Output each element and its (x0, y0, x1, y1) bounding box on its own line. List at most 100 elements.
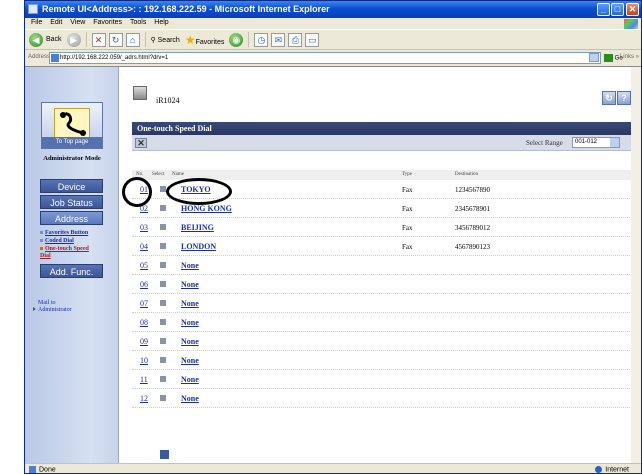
nav-device[interactable]: Device (40, 179, 103, 193)
row-select-checkbox[interactable] (160, 224, 166, 230)
submenu-coded-dial[interactable]: Coded Dial (40, 238, 74, 245)
table-row: 06 None (132, 275, 632, 294)
table-row: 10 None (132, 351, 632, 370)
row-select-checkbox[interactable] (160, 319, 166, 325)
row-number-link[interactable]: 08 (140, 318, 148, 327)
row-select-checkbox[interactable] (160, 338, 166, 344)
row-destination: 4567890123 (455, 243, 490, 251)
printer-icon (133, 86, 147, 100)
back-arrow-icon[interactable]: ◀ (29, 32, 43, 47)
scrollbar[interactable] (631, 67, 641, 463)
row-name-link[interactable]: BEIJING (181, 223, 214, 232)
menu-edit[interactable]: Edit (50, 19, 62, 26)
back-button-label[interactable]: Back (46, 36, 62, 43)
nav-job-status[interactable]: Job Status (40, 195, 103, 209)
row-number-link[interactable]: 05 (140, 261, 148, 270)
row-number-link[interactable]: 06 (140, 280, 148, 289)
row-name-link[interactable]: None (181, 261, 199, 270)
table-row: 11 None (132, 370, 632, 389)
stop-icon[interactable]: ✕ (91, 32, 106, 47)
row-select-checkbox[interactable] (160, 262, 166, 268)
row-select-checkbox[interactable] (160, 300, 166, 306)
row-select-checkbox[interactable] (160, 376, 166, 382)
row-name-link[interactable]: None (181, 299, 199, 308)
row-name-link[interactable]: None (181, 318, 199, 327)
row-name-link[interactable]: HONG KONG (181, 204, 232, 213)
menu-view[interactable]: View (70, 19, 85, 26)
minimize-button[interactable]: _ (597, 3, 610, 16)
mail-to-admin-link[interactable]: Mail to Administrator (33, 300, 78, 314)
section-toolbar: ✕ Select Range 001-012 (132, 135, 632, 151)
menu-tools[interactable]: Tools (130, 19, 146, 26)
address-dropdown-button[interactable] (589, 53, 599, 62)
mail-icon[interactable]: ✉ (271, 32, 286, 47)
bullet-icon (40, 231, 43, 235)
search-button[interactable]: ⚲ Search (151, 36, 180, 44)
nav-add-func[interactable]: Add. Func. (40, 264, 103, 278)
col-select: Select (152, 172, 165, 177)
maximize-button[interactable]: □ (611, 3, 624, 16)
table-row: 07 None (132, 294, 632, 313)
row-name-link[interactable]: None (181, 356, 199, 365)
row-number-link[interactable]: 11 (140, 375, 148, 384)
refresh-icon[interactable]: ↻ (108, 32, 123, 47)
submenu-favorites-button[interactable]: Favorites Button (40, 230, 88, 237)
row-select-checkbox[interactable] (160, 357, 166, 363)
row-select-checkbox[interactable] (160, 205, 166, 211)
row-name-link[interactable]: None (181, 337, 199, 346)
row-destination: 2345678901 (455, 205, 490, 213)
media-icon[interactable]: ◉ (229, 32, 244, 47)
page-icon (160, 450, 169, 459)
edit-icon[interactable]: ▭ (305, 32, 320, 47)
row-name-link[interactable]: None (181, 280, 199, 289)
page-viewport: To Top page Administrator Mode Device Jo… (25, 66, 641, 463)
help-icon[interactable]: ? (617, 91, 631, 105)
row-select-checkbox[interactable] (160, 281, 166, 287)
menu-file[interactable]: File (31, 19, 42, 26)
home-icon[interactable]: ⌂ (125, 32, 140, 47)
select-range-dropdown[interactable]: 001-012 (572, 137, 620, 148)
row-number-link[interactable]: 09 (140, 337, 148, 346)
print-icon[interactable]: ⎙ (288, 32, 303, 47)
device-name: iR1024 (156, 96, 180, 105)
row-number-link[interactable]: 12 (140, 394, 148, 403)
favorites-button[interactable]: ★Favorites (185, 33, 225, 47)
refresh-icon[interactable]: ↻ (602, 91, 616, 105)
submenu-one-touch-speed-dial[interactable]: One-touch Speed Dial (40, 246, 100, 260)
status-bar: Done Internet (25, 463, 641, 474)
forward-arrow-icon[interactable]: ▶ (66, 32, 81, 47)
history-icon[interactable]: ◷ (254, 32, 269, 47)
row-type: Fax (402, 224, 413, 232)
menu-help[interactable]: Help (154, 19, 168, 26)
address-input[interactable]: http://192.168.222.059/_adrs.html?drv=1 (49, 52, 601, 64)
highlight-ring (122, 177, 152, 207)
status-text: Done (29, 466, 56, 473)
menu-favorites[interactable]: Favorites (93, 19, 122, 26)
row-number-link[interactable]: 07 (140, 299, 148, 308)
links-button[interactable]: Links » (620, 54, 639, 60)
table-row: 08 None (132, 313, 632, 332)
row-name-link[interactable]: None (181, 394, 199, 403)
row-number-link[interactable]: 04 (140, 242, 148, 251)
star-icon: ★ (184, 32, 196, 47)
zone-label: Internet (605, 466, 629, 474)
top-page-link[interactable]: To Top page (41, 102, 103, 149)
row-select-checkbox[interactable] (160, 243, 166, 249)
toolbar: ◀ Back ▶ ✕ ↻ ⌂ ⚲ Search ★Favorites ◉ ◷ ✉… (25, 29, 641, 50)
search-button-label: Search (157, 36, 180, 44)
close-button[interactable]: ✕ (626, 3, 639, 16)
nav-address[interactable]: Address (40, 211, 103, 225)
row-select-checkbox[interactable] (160, 395, 166, 401)
address-bar: Address http://192.168.222.059/_adrs.htm… (25, 51, 641, 66)
row-name-link[interactable]: LONDON (181, 242, 216, 251)
globe-icon (595, 466, 603, 473)
close-icon[interactable]: ✕ (135, 138, 147, 148)
row-number-link[interactable]: 10 (140, 356, 148, 365)
admin-mode-label: Administrator Mode (43, 155, 101, 162)
chevron-down-icon (610, 138, 619, 147)
row-name-link[interactable]: None (181, 375, 199, 384)
table-row: 04 LONDON Fax 4567890123 (132, 237, 632, 256)
sidebar: To Top page Administrator Mode Device Jo… (25, 67, 119, 463)
browser-window: Remote UI<Address>: : 192.168.222.59 - M… (24, 0, 642, 474)
row-number-link[interactable]: 03 (140, 223, 148, 232)
